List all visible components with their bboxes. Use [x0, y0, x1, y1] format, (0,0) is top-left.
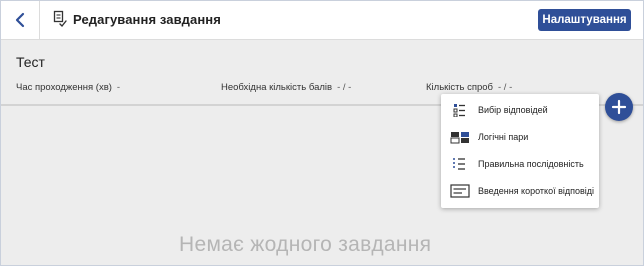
page-title-group: Редагування завдання [53, 10, 221, 28]
test-name: Тест [16, 54, 45, 70]
page-title: Редагування завдання [73, 11, 221, 27]
menu-item-sequence[interactable]: Правильна послідовність [441, 150, 599, 177]
duration-field: Час проходження (хв) - [16, 82, 120, 93]
sequence-icon [453, 157, 465, 170]
duration-label: Час проходження (хв) [16, 82, 112, 93]
multiple-choice-icon [453, 103, 465, 117]
menu-item-label: Вибір відповідей [478, 104, 548, 115]
add-task-button[interactable] [605, 93, 633, 121]
menu-item-label: Логічні пари [478, 131, 529, 142]
app-window: Редагування завдання Налаштування Тест Ч… [0, 0, 644, 266]
logical-pairs-icon [450, 131, 469, 143]
attempts-value: - / - [498, 82, 513, 93]
top-bar: Редагування завдання Налаштування [1, 1, 643, 40]
menu-item-short-answer[interactable]: Введення короткої відповіді [441, 177, 599, 204]
plus-icon [611, 99, 627, 115]
menu-item-logical-pairs[interactable]: Логічні пари [441, 123, 599, 150]
menu-item-multiple-choice[interactable]: Вибір відповідей [441, 96, 599, 123]
add-task-menu: Вибір відповідей Логічні пари Правильна … [441, 94, 599, 208]
empty-state-message: Немає жодного завдання [179, 233, 432, 256]
menu-item-label: Введення короткої відповіді [478, 185, 595, 196]
duration-value: - [116, 82, 121, 93]
short-answer-icon [450, 183, 470, 198]
back-button[interactable] [1, 1, 40, 39]
required-score-label: Необхідна кількість балів [221, 82, 333, 93]
attempts-label: Кількість спроб [426, 82, 493, 93]
settings-button[interactable]: Налаштування [538, 9, 631, 31]
attempts-field: Кількість спроб - / - [426, 82, 512, 93]
task-edit-icon [53, 10, 67, 28]
required-score-field: Необхідна кількість балів - / - [221, 82, 351, 93]
menu-item-label: Правильна послідовність [478, 158, 584, 169]
chevron-left-icon [15, 12, 25, 28]
required-score-value: - / - [337, 82, 352, 93]
